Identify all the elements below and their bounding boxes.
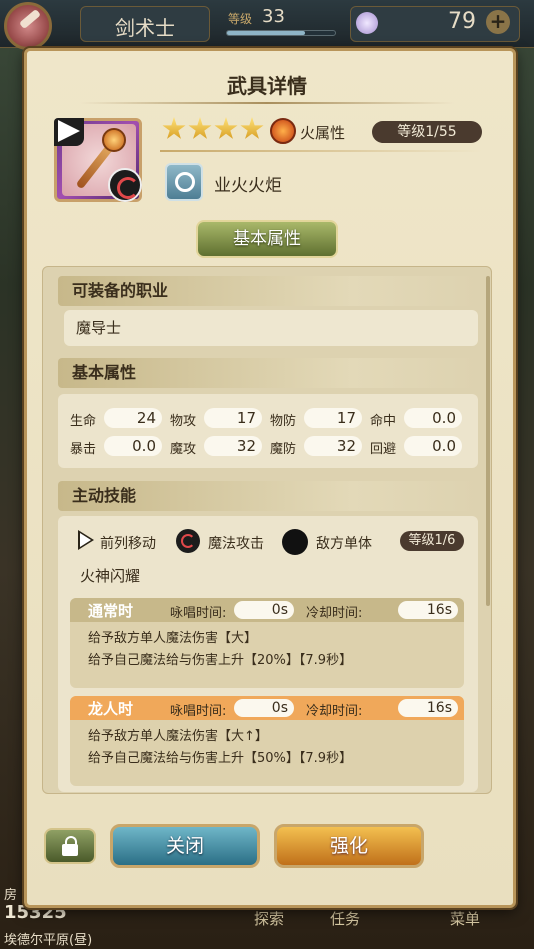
tab-basic-attributes[interactable]: 基本属性 — [196, 220, 338, 258]
room-label: 房 — [4, 888, 18, 903]
skill-mode-card: 通常时 咏唱时间: 0s 冷却时间: 16s 给予敌方单人魔法伤害【大】给予自己魔法给与伤… — [70, 598, 464, 688]
star-icon — [240, 117, 264, 139]
skill-mode-title: 龙人时 — [88, 700, 134, 718]
star-icon — [188, 117, 212, 139]
weapon-level-badge: 等级1/55 — [372, 121, 482, 143]
divider — [160, 150, 482, 152]
description-line: 给予自己魔法给与伤害上升【50%】【7.9秒】 — [88, 751, 353, 766]
location-label: 埃德尔平原(昼) — [4, 933, 93, 948]
cast-time-label: 咏唱时间: — [170, 606, 227, 621]
nav-explore[interactable]: 探索 — [254, 908, 284, 929]
fire-element-icon — [270, 118, 296, 144]
attr-value: 0.0 — [404, 408, 462, 428]
section-basic-header: 基本属性 — [58, 358, 478, 388]
description-line: 给予敌方单人魔法伤害【大↑】 — [88, 729, 268, 744]
attr-label: 命中 — [370, 414, 397, 429]
star-icon — [162, 117, 186, 139]
skill-mode-description: 给予敌方单人魔法伤害【大】给予自己魔法给与伤害上升【20%】【7.9秒】 — [70, 622, 464, 672]
add-gems-button[interactable]: + — [486, 10, 510, 34]
close-button[interactable]: 关闭 — [110, 824, 260, 868]
skill-tag-magic: 魔法攻击 — [208, 536, 264, 552]
level-label: 等级 — [228, 12, 253, 26]
front-move-icon — [78, 530, 94, 550]
attr-label: 回避 — [370, 442, 397, 457]
nav-quest[interactable]: 任务 — [330, 908, 360, 929]
cast-time-label: 咏唱时间: — [170, 704, 227, 719]
weapon-name: 业火火炬 — [214, 176, 282, 196]
element-label: 火属性 — [300, 124, 346, 142]
scrollbar[interactable] — [486, 276, 490, 606]
skill-tag-target: 敌方单体 — [316, 536, 372, 552]
attr-value: 17 — [204, 408, 262, 428]
nav-menu[interactable]: 菜单 — [450, 908, 480, 929]
description-line: 给予自己魔法给与伤害上升【20%】【7.9秒】 — [88, 653, 353, 668]
cast-time-value: 0s — [234, 601, 294, 619]
exp-bar-fill — [227, 31, 305, 35]
skill-mode-header: 通常时 咏唱时间: 0s 冷却时间: 16s — [70, 598, 464, 622]
gem-count: 79 — [448, 9, 476, 34]
section-active-skill-header: 主动技能 — [58, 481, 478, 511]
player-avatar[interactable] — [4, 2, 52, 50]
rarity-stars — [162, 117, 264, 141]
cooldown-label: 冷却时间: — [306, 606, 363, 621]
attr-label: 魔防 — [270, 442, 297, 457]
staff-head-icon — [102, 128, 126, 152]
skill-level-badge: 等级1/6 — [400, 531, 464, 551]
skill-mode-title: 通常时 — [88, 602, 134, 620]
skill-name: 火神闪耀 — [80, 567, 141, 585]
class-name: 剑术士 — [115, 16, 175, 40]
cooldown-value: 16s — [398, 699, 458, 717]
attr-label: 物防 — [270, 414, 297, 429]
star-icon — [214, 117, 238, 139]
single-enemy-icon — [282, 529, 308, 555]
title-divider — [80, 102, 454, 104]
attr-label: 生命 — [70, 414, 97, 429]
section-jobs-header: 可装备的职业 — [58, 276, 478, 306]
attr-value: 32 — [304, 436, 362, 456]
attr-label: 物攻 — [170, 414, 197, 429]
weapon-type-icon — [165, 163, 203, 201]
attr-value: 32 — [204, 436, 262, 456]
screen: { "header": {"class_name": "剑术士", "level… — [0, 0, 534, 949]
cooldown-value: 16s — [398, 601, 458, 619]
cooldown-label: 冷却时间: — [306, 704, 363, 719]
attr-value: 0.0 — [104, 436, 162, 456]
skill-mode-header: 龙人时 咏唱时间: 0s 冷却时间: 16s — [70, 696, 464, 720]
gem-icon — [356, 12, 378, 34]
skill-mode-description: 给予敌方单人魔法伤害【大↑】给予自己魔法给与伤害上升【50%】【7.9秒】 — [70, 720, 464, 770]
attr-value: 24 — [104, 408, 162, 428]
attr-value: 17 — [304, 408, 362, 428]
attr-label: 暴击 — [70, 442, 97, 457]
attr-value: 0.0 — [404, 436, 462, 456]
exp-bar — [226, 30, 336, 36]
skill-mode-card: 龙人时 咏唱时间: 0s 冷却时间: 16s 给予敌方单人魔法伤害【大↑】给予自己魔法给与… — [70, 696, 464, 786]
magic-attack-icon — [108, 168, 142, 202]
player-level: 33 — [262, 6, 285, 27]
lock-button[interactable] — [44, 828, 96, 864]
attribute-grid: 生命 24 物攻 17 物防 17 命中 0.0 暴击 0.0 魔攻 32 魔防 32 回避 0.0 — [58, 394, 478, 468]
upgrade-button[interactable]: 强化 — [274, 824, 424, 868]
dialog-title: 武具详情 — [227, 74, 307, 98]
job-value: 魔导士 — [64, 310, 478, 346]
magic-attack-tag-icon — [176, 529, 200, 553]
description-line: 给予敌方单人魔法伤害【大】 — [88, 631, 258, 646]
attr-label: 魔攻 — [170, 442, 197, 457]
cast-time-value: 0s — [234, 699, 294, 717]
skill-tag-move: 前列移动 — [100, 536, 156, 552]
